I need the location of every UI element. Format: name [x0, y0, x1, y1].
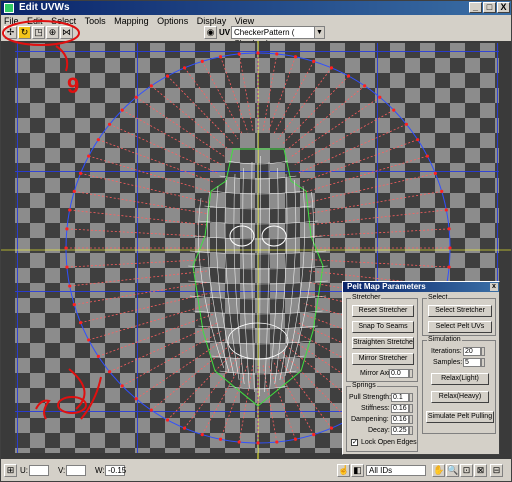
zoom-region-icon[interactable]: ⊡ [460, 464, 473, 477]
reset-stretcher-button[interactable]: Reset Stretcher [352, 305, 414, 317]
iterations-value: 20 [465, 348, 473, 355]
spinner-icon[interactable] [409, 393, 413, 402]
straighten-stretcher-button[interactable]: Straighten Stretcher [352, 337, 414, 349]
stiffness-value: 0.16 [393, 405, 407, 412]
spinner-icon[interactable] [481, 358, 485, 367]
v-field[interactable] [66, 465, 86, 476]
select-group-label: Select [427, 294, 449, 302]
arrow-9-path [68, 368, 86, 410]
decay-label: Decay: [368, 427, 390, 434]
iterations-field[interactable]: 20 [463, 347, 485, 356]
mirror-axis-field[interactable]: 0.0 [389, 369, 413, 378]
stiffness-field[interactable]: 0.16 [391, 404, 413, 413]
annotation-9: 9 [67, 73, 80, 98]
simulation-group: Simulation Iterations: 20 Samples: 5 Rel… [422, 336, 496, 434]
select-group: Select Select Stretcher Select Pelt UVs [422, 294, 496, 336]
simulate-pelt-pulling-button[interactable]: Simulate Pelt Pulling [426, 411, 494, 423]
pan-icon[interactable]: ✋ [432, 464, 445, 477]
pull-strength-value: 0.1 [393, 394, 403, 401]
select-stretcher-button[interactable]: Select Stretcher [428, 305, 492, 317]
annotation-circle-toolbar [2, 20, 80, 46]
spinner-icon[interactable] [481, 347, 485, 356]
decay-value: 0.25 [393, 427, 407, 434]
u-label: U: [20, 466, 28, 475]
mirror-stretcher-button[interactable]: Mirror Stretcher [352, 353, 414, 365]
relax-heavy-button[interactable]: Relax(Heavy) [431, 391, 489, 403]
iterations-label: Iterations: [431, 348, 462, 355]
pull-strength-label: Pull Strength: [349, 394, 392, 401]
lock-open-edges-label: Lock Open Edges [361, 439, 417, 446]
edit-uvws-window: Edit UVWs _ □ X File Edit Select Tools M… [0, 0, 512, 482]
pelt-map-parameters-panel: Pelt Map Parameters x Stretcher Reset St… [342, 281, 500, 455]
lock-open-edges-checkbox[interactable]: ✓ [351, 439, 358, 446]
stiffness-label: Stiffness: [361, 405, 390, 412]
springs-group: Springs Pull Strength: 0.1 Stiffness: 0.… [346, 382, 418, 452]
samples-value: 5 [465, 359, 469, 366]
decay-field[interactable]: 0.25 [391, 426, 413, 435]
zoom-selected-icon[interactable]: ⊟ [490, 464, 503, 477]
arrow-hook-path [35, 399, 51, 420]
dampening-field[interactable]: 0.16 [391, 415, 413, 424]
samples-label: Samples: [433, 359, 463, 366]
zoom-extents-icon[interactable]: ⊠ [474, 464, 487, 477]
panel-title: Pelt Map Parameters [347, 282, 426, 291]
snap-to-seams-button[interactable]: Snap To Seams [352, 321, 414, 333]
w-label: W: [95, 466, 105, 475]
simulation-group-label: Simulation [427, 336, 462, 344]
pull-strength-field[interactable]: 0.1 [391, 393, 413, 402]
u-field[interactable] [29, 465, 49, 476]
spinner-icon[interactable] [409, 369, 413, 378]
filter-icon[interactable]: ◧ [351, 464, 364, 477]
relax-light-button[interactable]: Relax(Light) [431, 373, 489, 385]
spinner-icon[interactable] [409, 404, 413, 413]
stretcher-group-label: Stretcher [351, 294, 382, 302]
dampening-value: 0.16 [393, 416, 407, 423]
hand-icon[interactable]: ☝ [337, 464, 350, 477]
arrow-to-toolbar [55, 45, 69, 72]
v-label: V: [58, 466, 66, 475]
lock-icon[interactable]: ⊞ [4, 464, 17, 477]
select-pelt-uvs-button[interactable]: Select Pelt UVs [428, 321, 492, 333]
springs-group-label: Springs [351, 382, 377, 390]
panel-close-button[interactable]: x [490, 283, 498, 291]
stretcher-group: Stretcher Reset Stretcher Snap To Seams … [346, 294, 418, 382]
w-field[interactable]: -0.15 [105, 465, 126, 476]
spinner-icon[interactable] [409, 426, 413, 435]
spinner-icon[interactable] [409, 415, 413, 424]
panel-title-bar: Pelt Map Parameters x [343, 282, 499, 292]
samples-field[interactable]: 5 [463, 358, 485, 367]
mirror-axis-value: 0.0 [391, 370, 401, 377]
status-bar: ⊞ U: V: W: -0.15 ☝ ◧ All IDs ✋ 🔍 ⊡ ⊠ ⊟ [1, 461, 511, 481]
ids-dropdown-value: All IDs [369, 466, 393, 475]
ids-dropdown[interactable]: All IDs [366, 465, 426, 476]
dampening-label: Dampening: [351, 416, 389, 423]
zoom-icon[interactable]: 🔍 [446, 464, 459, 477]
